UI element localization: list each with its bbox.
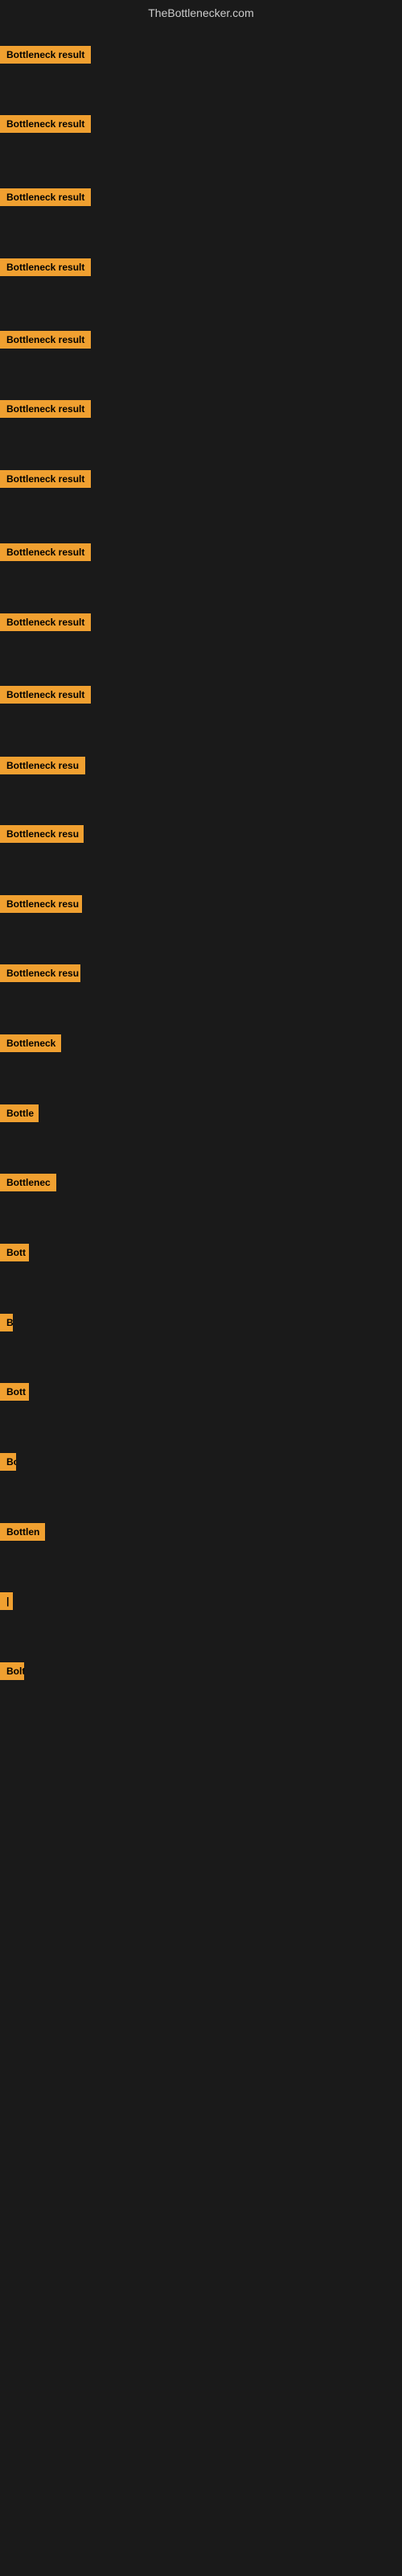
badge-label-12: Bottleneck resu [0,825,84,843]
badge-label-23: | [0,1592,13,1610]
badge-4: Bottleneck result [0,258,91,280]
badge-2: Bottleneck result [0,115,91,137]
badge-label-15: Bottleneck [0,1034,61,1052]
site-title: TheBottlenecker.com [0,0,402,27]
badge-15: Bottleneck [0,1034,61,1056]
badge-label-1: Bottleneck result [0,46,91,64]
badge-6: Bottleneck result [0,400,91,422]
badge-label-17: Bottlenec [0,1174,56,1191]
badge-label-2: Bottleneck result [0,115,91,133]
badge-label-4: Bottleneck result [0,258,91,276]
badge-label-13: Bottleneck resu [0,895,82,913]
badge-24: Bolt [0,1662,24,1684]
badge-label-6: Bottleneck result [0,400,91,418]
badge-9: Bottleneck result [0,613,91,635]
badge-label-8: Bottleneck result [0,543,91,561]
badge-label-22: Bottlen [0,1523,45,1541]
badge-8: Bottleneck result [0,543,91,565]
badge-12: Bottleneck resu [0,825,84,847]
badge-label-24: Bolt [0,1662,24,1680]
badge-22: Bottlen [0,1523,45,1545]
badge-19: B [0,1314,13,1335]
badge-label-14: Bottleneck resu [0,964,80,982]
badge-21: Bo [0,1453,16,1475]
badge-label-9: Bottleneck result [0,613,91,631]
badge-label-20: Bott [0,1383,29,1401]
badge-label-19: B [0,1314,13,1331]
badge-label-16: Bottle [0,1104,39,1122]
badge-10: Bottleneck result [0,686,91,708]
badge-label-3: Bottleneck result [0,188,91,206]
badge-17: Bottlenec [0,1174,56,1195]
badge-16: Bottle [0,1104,39,1126]
badge-23: | [0,1592,13,1614]
badge-label-7: Bottleneck result [0,470,91,488]
badge-5: Bottleneck result [0,331,91,353]
badge-label-21: Bo [0,1453,16,1471]
badge-13: Bottleneck resu [0,895,82,917]
badge-3: Bottleneck result [0,188,91,210]
badge-11: Bottleneck resu [0,757,85,778]
badge-label-5: Bottleneck result [0,331,91,349]
badge-18: Bott [0,1244,29,1265]
badge-1: Bottleneck result [0,46,91,68]
badge-20: Bott [0,1383,29,1405]
badge-14: Bottleneck resu [0,964,80,986]
badge-label-11: Bottleneck resu [0,757,85,774]
badge-7: Bottleneck result [0,470,91,492]
badge-label-18: Bott [0,1244,29,1261]
badge-label-10: Bottleneck result [0,686,91,704]
